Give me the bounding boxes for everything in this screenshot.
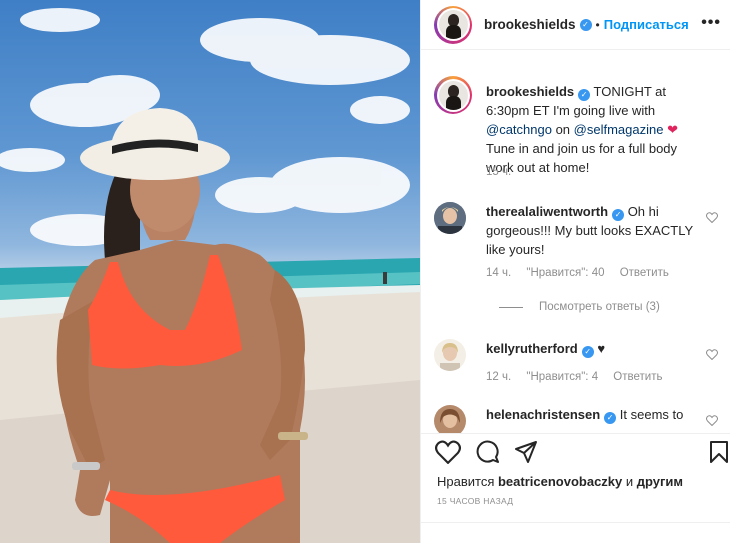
commenter-avatar[interactable] bbox=[434, 202, 466, 234]
action-bar bbox=[421, 433, 730, 471]
author-avatar-image bbox=[438, 10, 468, 39]
comment-bubble-icon[interactable] bbox=[476, 440, 500, 464]
heart-emoji-icon: ❤ bbox=[667, 122, 678, 137]
verified-badge-icon: ✓ bbox=[578, 89, 591, 101]
comment-likes[interactable]: "Нравится": 40 bbox=[526, 267, 604, 279]
header-separator: • bbox=[595, 17, 600, 32]
post-photo[interactable] bbox=[0, 0, 420, 543]
verified-badge-icon: ✓ bbox=[612, 209, 625, 221]
comment-time[interactable]: 12 ч. bbox=[486, 371, 511, 383]
caption-author-avatar[interactable] bbox=[434, 76, 472, 114]
caption-text: brookeshields ✓ TONIGHT at 6:30pm ET I'm … bbox=[486, 84, 678, 175]
share-paper-plane-icon[interactable] bbox=[514, 440, 538, 464]
liker-username[interactable]: beatricenovobaczky bbox=[498, 474, 622, 489]
add-comment-area[interactable] bbox=[421, 522, 730, 543]
comment-time[interactable]: 14 ч. bbox=[486, 267, 511, 279]
follow-button[interactable]: Подписаться bbox=[604, 17, 689, 32]
like-comment-heart-icon[interactable] bbox=[706, 349, 718, 360]
mention-link[interactable]: @catchngo bbox=[486, 122, 552, 137]
verified-badge-icon: ✓ bbox=[604, 412, 617, 424]
like-heart-icon[interactable] bbox=[435, 440, 461, 464]
comment-text: It seems to bbox=[616, 407, 684, 422]
post-sidebar: brookeshields ✓ • Подписаться ••• brooke… bbox=[420, 0, 730, 543]
likes-summary: Нравится beatricenovobaczky и другим bbox=[437, 474, 684, 489]
caption-time[interactable]: 15 ч. bbox=[486, 166, 511, 178]
reply-button[interactable]: Ответить bbox=[620, 267, 669, 279]
author-username[interactable]: brookeshields bbox=[484, 17, 576, 32]
verified-badge-icon: ✓ bbox=[581, 346, 594, 358]
post-timestamp[interactable]: 15 ЧАСОВ НАЗАД bbox=[437, 496, 513, 506]
commenter-avatar[interactable] bbox=[434, 405, 466, 433]
commenter-username[interactable]: helenachristensen bbox=[486, 407, 600, 422]
like-comment-heart-icon[interactable] bbox=[706, 415, 718, 426]
beach-photo-illustration bbox=[0, 8, 420, 543]
comment-likes[interactable]: "Нравится": 4 bbox=[526, 371, 598, 383]
commenter-avatar[interactable] bbox=[434, 339, 466, 371]
verified-badge-icon: ✓ bbox=[579, 18, 592, 31]
reply-button[interactable]: Ответить bbox=[613, 371, 662, 383]
commenter-username[interactable]: kellyrutherford bbox=[486, 341, 578, 356]
post-header: brookeshields ✓ • Подписаться ••• bbox=[421, 0, 730, 50]
like-comment-heart-icon[interactable] bbox=[706, 212, 718, 223]
view-replies-button[interactable]: Посмотреть ответы (3) bbox=[499, 301, 660, 313]
more-options-icon[interactable]: ••• bbox=[701, 14, 721, 32]
save-bookmark-icon[interactable] bbox=[709, 440, 729, 464]
author-avatar[interactable] bbox=[434, 5, 472, 44]
likes-others-link[interactable]: другим bbox=[637, 474, 683, 489]
comments-list[interactable]: brookeshields ✓ TONIGHT at 6:30pm ET I'm … bbox=[421, 51, 730, 433]
commenter-username[interactable]: therealaliwentworth bbox=[486, 204, 608, 219]
comment-text: ♥ bbox=[593, 341, 606, 356]
caption-username[interactable]: brookeshields bbox=[486, 84, 574, 99]
mention-link[interactable]: @selfmagazine bbox=[574, 122, 664, 137]
